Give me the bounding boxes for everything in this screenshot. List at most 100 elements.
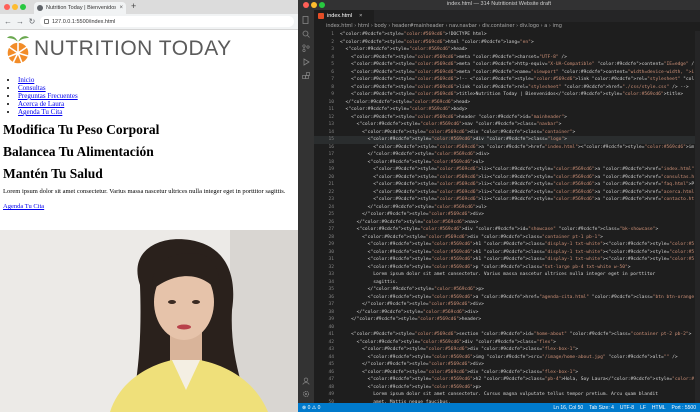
site-nav: Inicio Consultas Preguntas Frecuentes Ac…	[8, 76, 78, 116]
code-line[interactable]: <"color:#9cdcfe">style="color:#569cd6">l…	[340, 196, 694, 204]
code-line[interactable]: <"color:#9cdcfe">style="color:#569cd6">d…	[340, 339, 694, 347]
breadcrumb[interactable]: index.html › html › body › header#mainhe…	[314, 22, 700, 31]
code-line[interactable]: <"color:#9cdcfe">style="color:#569cd6">l…	[340, 189, 694, 197]
code-line[interactable]: <"color:#9cdcfe">style="color:#569cd6">d…	[340, 234, 694, 242]
reload-button[interactable]: ↻	[28, 17, 36, 26]
browser-window: Nutrition Today | Bienvenidos × + ← → ↻ …	[0, 0, 298, 412]
encoding[interactable]: UTF-8	[620, 405, 634, 411]
site-logo[interactable]: NUTRITION TODAY	[3, 33, 232, 65]
code-text[interactable]: <"color:#9cdcfe">style="color:#569cd6">!…	[340, 31, 694, 403]
close-editor-tab-icon[interactable]: ×	[359, 13, 362, 19]
code-line[interactable]: <"color:#9cdcfe">style="color:#569cd6">a…	[340, 144, 694, 152]
code-line[interactable]: <"color:#9cdcfe">style="color:#569cd6">h…	[340, 39, 694, 47]
code-line[interactable]: <"color:#9cdcfe">style="color:#569cd6">h…	[340, 241, 694, 249]
nav-link-faq[interactable]: Preguntas Frecuentes	[18, 92, 78, 100]
line-number: 13	[328, 122, 334, 127]
cursor-position[interactable]: Ln 16, Col 50	[553, 405, 583, 411]
code-line[interactable]: <"color:#9cdcfe">style="color:#569cd6">t…	[340, 91, 694, 99]
code-line[interactable]: </"color:#9cdcfe">style="color:#569cd6">…	[340, 204, 694, 212]
code-line[interactable]: <"color:#9cdcfe">style="color:#569cd6">h…	[340, 376, 694, 384]
code-line[interactable]: <"color:#9cdcfe">style="color:#569cd6">d…	[340, 226, 694, 234]
nav-link-consultas[interactable]: Consultas	[18, 84, 46, 92]
run-debug-icon[interactable]	[302, 58, 310, 66]
code-line[interactable]: </"color:#9cdcfe">style="color:#569cd6">…	[340, 301, 694, 309]
account-icon[interactable]	[302, 377, 310, 385]
code-line[interactable]: <"color:#9cdcfe">style="color:#569cd6">d…	[340, 136, 694, 144]
live-server-port[interactable]: Port : 5500	[672, 405, 696, 411]
line-number: 46	[328, 369, 334, 375]
code-line[interactable]: <"color:#9cdcfe">style="color:#569cd6">l…	[340, 84, 694, 92]
code-line[interactable]: <"color:#9cdcfe">style="color:#569cd6">p…	[340, 264, 694, 272]
code-line[interactable]: <"color:#9cdcfe">style="color:#569cd6">n…	[340, 121, 694, 129]
back-button[interactable]: ←	[4, 17, 12, 26]
code-line[interactable]: </"color:#9cdcfe">style="color:#569cd6">…	[340, 361, 694, 369]
code-line[interactable]: </"color:#9cdcfe">style="color:#569cd6">…	[340, 151, 694, 159]
code-line[interactable]: <"color:#9cdcfe">style="color:#569cd6">!…	[340, 76, 694, 84]
close-tab-icon[interactable]: ×	[119, 5, 123, 11]
code-line[interactable]: <"color:#9cdcfe">style="color:#569cd6">l…	[340, 166, 694, 174]
code-line[interactable]: Lorem ipsum dolor sit amet consectetur. …	[340, 391, 694, 399]
code-line[interactable]: <"color:#9cdcfe">style="color:#569cd6">h…	[340, 249, 694, 257]
code-line[interactable]: <"color:#9cdcfe">style="color:#569cd6">l…	[340, 174, 694, 182]
code-line[interactable]: Lorem ipsum dolor sit amet consectetur. …	[340, 271, 694, 279]
code-editor[interactable]: 1 2 3 4 5 6 7 8 9 10 11 12 13 14 15 16 17 18 19 20 21 22 23 24 2…	[314, 31, 700, 403]
line-number: 25	[328, 212, 334, 217]
code-line[interactable]: </"color:#9cdcfe">style="color:#569cd6">…	[340, 219, 694, 227]
line-number: 7	[331, 77, 334, 82]
code-line[interactable]: <"color:#9cdcfe">style="color:#569cd6">p…	[340, 384, 694, 392]
address-bar[interactable]: 127.0.0.1:5500/index.html	[40, 16, 294, 27]
code-line[interactable]: <"color:#9cdcfe">style="color:#569cd6">u…	[340, 159, 694, 167]
language-mode[interactable]: HTML	[652, 405, 666, 411]
new-tab-button[interactable]: +	[131, 1, 136, 11]
agenda-cita-link[interactable]: Agenda Tu Cita	[3, 203, 44, 210]
line-number: 23	[328, 197, 334, 202]
code-line[interactable]: <"color:#9cdcfe">style="color:#569cd6">m…	[340, 54, 694, 62]
editor-scrollbar[interactable]	[695, 31, 700, 403]
nav-link-acerca[interactable]: Acerca de Laura	[18, 100, 64, 108]
line-number: 35	[328, 287, 334, 292]
explorer-icon[interactable]	[302, 16, 310, 24]
source-control-icon[interactable]	[302, 44, 310, 52]
search-icon[interactable]	[302, 30, 310, 38]
code-line[interactable]	[340, 324, 694, 332]
problems-indicator[interactable]: ⊗ 0 ⚠ 0	[302, 405, 320, 411]
code-line[interactable]: sagittis.	[340, 279, 694, 287]
code-line[interactable]: <"color:#9cdcfe">style="color:#569cd6">m…	[340, 61, 694, 69]
code-line[interactable]: <"color:#9cdcfe">style="color:#569cd6">l…	[340, 181, 694, 189]
code-line[interactable]: </"color:#9cdcfe">style="color:#569cd6">…	[340, 286, 694, 294]
code-line[interactable]: <"color:#9cdcfe">style="color:#569cd6">h…	[340, 114, 694, 122]
code-line[interactable]: <"color:#9cdcfe">style="color:#569cd6">h…	[340, 256, 694, 264]
code-line[interactable]: <"color:#9cdcfe">style="color:#569cd6">i…	[340, 354, 694, 362]
code-line[interactable]: <"color:#9cdcfe">style="color:#569cd6">d…	[340, 369, 694, 377]
code-line[interactable]: <"color:#9cdcfe">style="color:#569cd6">b…	[340, 106, 694, 114]
line-number: 38	[328, 309, 334, 315]
line-number: 33	[328, 272, 334, 277]
extensions-icon[interactable]	[302, 72, 310, 80]
code-line[interactable]: <"color:#9cdcfe">style="color:#569cd6">d…	[340, 346, 694, 354]
close-window-button[interactable]	[4, 4, 10, 10]
code-line[interactable]: <"color:#9cdcfe">style="color:#569cd6">a…	[340, 294, 694, 302]
code-line[interactable]: <"color:#9cdcfe">style="color:#569cd6">s…	[340, 331, 694, 339]
minimize-window-button[interactable]	[12, 4, 18, 10]
line-number: 27	[328, 227, 334, 232]
code-line[interactable]: <"color:#9cdcfe">style="color:#569cd6">h…	[340, 46, 694, 54]
code-line[interactable]: <"color:#9cdcfe">style="color:#569cd6">!…	[340, 31, 694, 39]
code-line[interactable]: </"color:#9cdcfe">style="color:#569cd6">…	[340, 211, 694, 219]
code-line[interactable]: </"color:#9cdcfe">style="color:#569cd6">…	[340, 309, 694, 317]
forward-button[interactable]: →	[16, 17, 24, 26]
vscode-titlebar: index.html — 314 Nutritionist Website dr…	[298, 0, 700, 10]
nav-link-inicio[interactable]: Inicio	[18, 76, 34, 84]
code-line[interactable]: </"color:#9cdcfe">style="color:#569cd6">…	[340, 316, 694, 324]
line-number: 17	[328, 152, 334, 157]
settings-gear-icon[interactable]	[302, 390, 310, 398]
editor-tab-index-html[interactable]: index.html ×	[314, 10, 374, 22]
browser-tab[interactable]: Nutrition Today | Bienvenidos ×	[34, 2, 126, 14]
code-line[interactable]: <"color:#9cdcfe">style="color:#569cd6">m…	[340, 69, 694, 77]
tab-size[interactable]: Tab Size: 4	[589, 405, 614, 411]
nav-link-agenda[interactable]: Agenda Tu Cita	[18, 108, 62, 116]
code-line[interactable]: <"color:#9cdcfe">style="color:#569cd6">d…	[340, 129, 694, 137]
line-ending[interactable]: LF	[640, 405, 646, 411]
maximize-window-button[interactable]	[20, 4, 26, 10]
site-info-icon[interactable]	[44, 19, 49, 24]
code-line[interactable]: </"color:#9cdcfe">style="color:#569cd6">…	[340, 99, 694, 107]
